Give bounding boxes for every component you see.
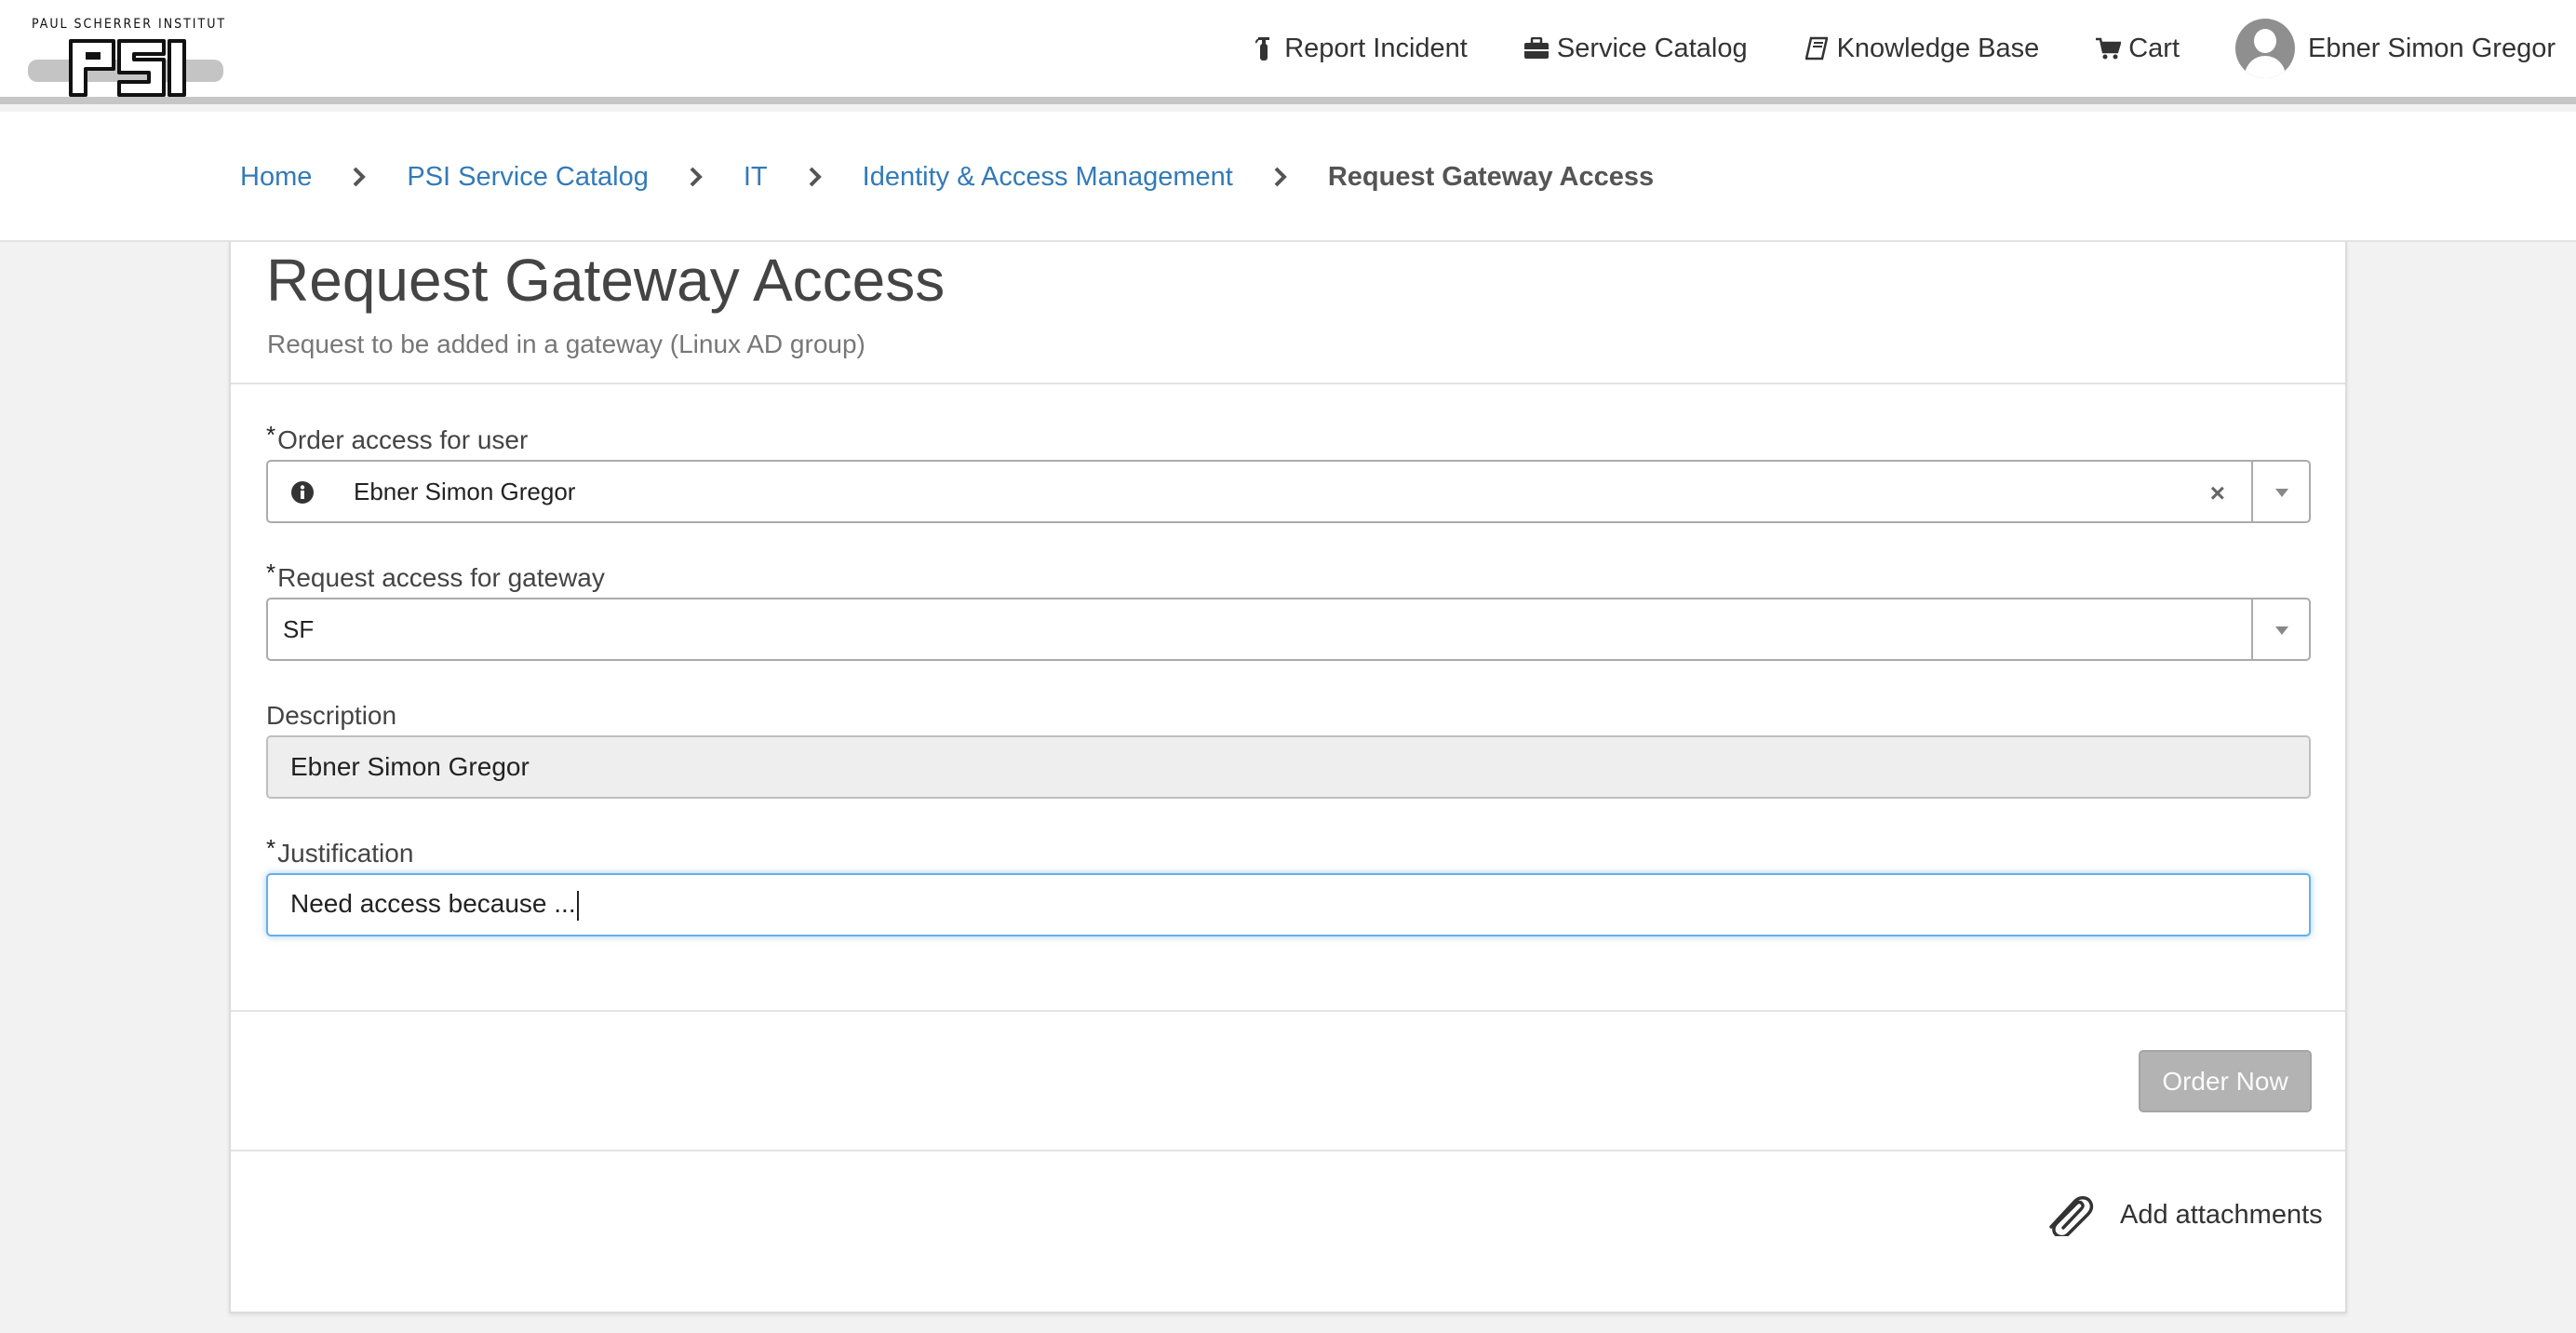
nav-service-catalog[interactable]: Service Catalog — [1523, 34, 1748, 64]
order-now-button[interactable]: Order Now — [2139, 1050, 2312, 1112]
nav-report-incident[interactable]: Report Incident — [1251, 34, 1468, 64]
description-group: Description Ebner Simon Gregor — [266, 696, 2311, 799]
page-subtitle: Request to be added in a gateway (Linux … — [267, 330, 865, 358]
chevron-right-icon — [1268, 164, 1293, 190]
user-name: Ebner Simon Gregor — [2308, 33, 2556, 63]
justification-value: Need access because ... — [290, 889, 579, 921]
dropdown-separator — [2251, 599, 2253, 659]
clear-icon[interactable]: × — [2210, 478, 2225, 508]
order-user-group: *Order access for user Ebner Simon Grego… — [266, 421, 2311, 523]
order-user-label: *Order access for user — [266, 421, 529, 454]
book-icon — [1804, 35, 1830, 61]
justification-input[interactable]: Need access because ... — [266, 873, 2311, 936]
justification-label: *Justification — [266, 834, 414, 868]
nav-report-incident-label: Report Incident — [1284, 33, 1468, 63]
psi-logo[interactable]: PAUL SCHERRER INSTITUT — [28, 17, 227, 97]
justification-group: *Justification Need access because ... — [266, 834, 2311, 936]
breadcrumb-psi-service-catalog[interactable]: PSI Service Catalog — [407, 162, 649, 193]
fire-extinguisher-icon — [1251, 35, 1277, 61]
info-icon[interactable] — [290, 480, 315, 505]
gateway-group: *Request access for gateway SF — [266, 559, 2311, 661]
breadcrumb-home[interactable]: Home — [240, 162, 312, 193]
add-attachments-label: Add attachments — [2120, 1199, 2323, 1230]
chevron-right-icon — [684, 164, 708, 190]
divider — [231, 1010, 2345, 1012]
breadcrumb-current: Request Gateway Access — [1327, 161, 1655, 192]
gateway-value: SF — [283, 614, 315, 643]
chevron-right-icon — [347, 164, 371, 190]
description-field: Ebner Simon Gregor — [266, 735, 2311, 799]
user-menu[interactable]: Ebner Simon Gregor — [2235, 19, 2556, 78]
gateway-select[interactable]: SF — [266, 598, 2311, 661]
gateway-label: *Request access for gateway — [266, 559, 605, 592]
main-nav: Report Incident Service Catalog Knowledg… — [1195, 0, 2556, 97]
breadcrumb: Home PSI Service Catalog IT Identity & A… — [240, 112, 1654, 242]
logo-text: PAUL SCHERRER INSTITUT — [32, 17, 227, 32]
avatar — [2235, 19, 2296, 78]
dropdown-separator — [2251, 462, 2253, 521]
order-user-select[interactable]: Ebner Simon Gregor × — [266, 460, 2311, 523]
chevron-down-icon[interactable] — [2275, 489, 2288, 497]
cart-icon — [2095, 35, 2122, 61]
add-attachments-button[interactable]: Add attachments — [2044, 1188, 2323, 1242]
form-header: Request Gateway Access Request to be add… — [231, 242, 2345, 384]
paperclip-icon — [2044, 1190, 2096, 1241]
description-value: Ebner Simon Gregor — [290, 752, 530, 781]
nav-knowledge-base[interactable]: Knowledge Base — [1804, 33, 2040, 64]
nav-knowledge-base-label: Knowledge Base — [1836, 33, 2040, 63]
breadcrumb-it[interactable]: IT — [744, 162, 768, 193]
request-form-card: Request Gateway Access Request to be add… — [229, 242, 2347, 1313]
breadcrumb-bar: Home PSI Service Catalog IT Identity & A… — [0, 112, 2576, 242]
text-caret — [576, 890, 579, 921]
required-marker: * — [266, 421, 276, 449]
order-user-value: Ebner Simon Gregor — [354, 477, 576, 505]
briefcase-icon — [1523, 35, 1550, 61]
chevron-right-icon — [803, 164, 827, 190]
chevron-down-icon[interactable] — [2275, 626, 2288, 635]
page-title: Request Gateway Access — [266, 247, 946, 314]
nav-cart[interactable]: Cart — [2095, 34, 2180, 64]
nav-cart-label: Cart — [2128, 33, 2180, 63]
nav-service-catalog-label: Service Catalog — [1556, 33, 1748, 63]
divider — [231, 1150, 2345, 1151]
required-marker: * — [266, 834, 276, 862]
breadcrumb-identity-access-management[interactable]: Identity & Access Management — [863, 162, 1233, 193]
description-label: Description — [266, 701, 397, 730]
psi-logo-mark — [28, 39, 223, 97]
required-marker: * — [266, 559, 276, 586]
top-navbar: PAUL SCHERRER INSTITUT Report Incident S… — [0, 0, 2576, 104]
